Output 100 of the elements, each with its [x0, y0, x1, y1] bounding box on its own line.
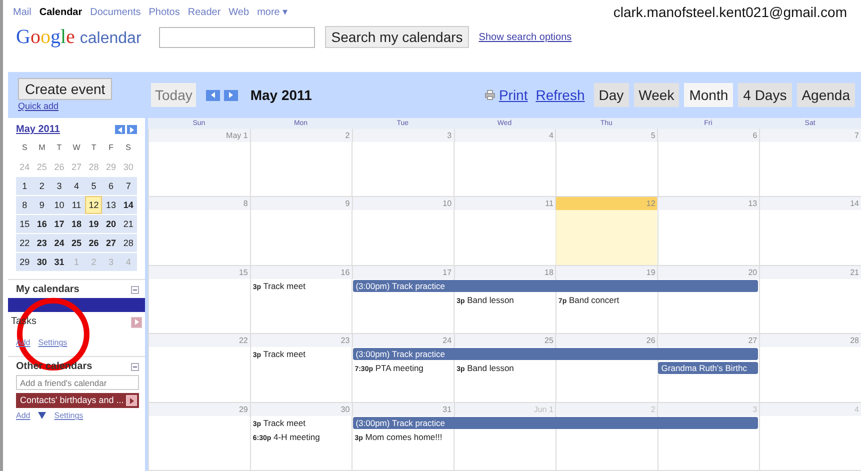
- nav-link[interactable]: Calendar: [39, 6, 82, 18]
- search-button[interactable]: Search my calendars: [325, 26, 469, 48]
- mini-calendar-day[interactable]: 6: [102, 176, 120, 194]
- all-day-event[interactable]: Grandma Ruth's Birthc: [658, 362, 758, 374]
- mini-calendar-day[interactable]: 7: [120, 176, 137, 194]
- mini-calendar-day[interactable]: 10: [50, 196, 68, 214]
- mini-calendar-day[interactable]: 17: [50, 214, 68, 232]
- date-label[interactable]: 6: [657, 129, 760, 142]
- date-label[interactable]: 26: [555, 334, 658, 348]
- quick-add-link[interactable]: Quick add: [18, 101, 59, 111]
- date-label[interactable]: 13: [657, 197, 760, 210]
- date-label[interactable]: 15: [148, 266, 250, 279]
- dropdown-icon[interactable]: [131, 316, 142, 328]
- next-button[interactable]: [224, 90, 238, 100]
- print-link[interactable]: Print: [498, 87, 528, 103]
- collapse-icon[interactable]: [131, 362, 139, 370]
- mini-calendar-day[interactable]: 29: [16, 252, 34, 270]
- previous-month-button[interactable]: [115, 125, 125, 134]
- mini-calendar-day[interactable]: 11: [68, 196, 86, 214]
- date-label[interactable]: 7: [759, 129, 861, 142]
- mini-calendar-day[interactable]: 3: [50, 176, 68, 194]
- date-label[interactable]: 22: [148, 334, 250, 348]
- view-tab[interactable]: Month: [684, 83, 734, 107]
- mini-calendar-day[interactable]: 9: [33, 196, 51, 214]
- date-label[interactable]: 17: [352, 266, 454, 279]
- nav-link[interactable]: Mail: [13, 6, 32, 18]
- mini-calendar-day[interactable]: 12: [85, 196, 102, 214]
- date-label[interactable]: 2: [250, 129, 352, 142]
- date-label[interactable]: 23: [250, 334, 352, 348]
- month-link[interactable]: May 2011: [16, 124, 60, 135]
- next-month-button[interactable]: [127, 125, 137, 134]
- mini-calendar-day[interactable]: 19: [85, 214, 102, 232]
- mini-calendar-day[interactable]: 24: [50, 234, 68, 252]
- mini-calendar-day[interactable]: 1: [16, 176, 34, 194]
- mini-calendar-day[interactable]: 22: [16, 234, 34, 252]
- mini-calendar-day[interactable]: 31: [50, 252, 68, 270]
- sidebar-link[interactable]: Add: [16, 411, 30, 420]
- date-label[interactable]: 11: [454, 197, 556, 210]
- date-label[interactable]: 20: [657, 266, 760, 279]
- previous-button[interactable]: [206, 90, 220, 100]
- date-label[interactable]: 8: [148, 197, 250, 210]
- date-label[interactable]: 4: [454, 129, 556, 142]
- date-label[interactable]: 16: [250, 266, 352, 279]
- date-label[interactable]: 14: [759, 197, 861, 210]
- mini-calendar-day[interactable]: 13: [102, 196, 120, 214]
- all-day-event[interactable]: (3:00pm) Track practice: [352, 280, 758, 292]
- sidebar-link[interactable]: Settings: [38, 338, 68, 347]
- calendar-item[interactable]: Contacts' birthdays and ...: [16, 393, 139, 408]
- mini-calendar-day[interactable]: 30: [33, 252, 51, 270]
- date-label[interactable]: 5: [555, 129, 658, 142]
- nav-link[interactable]: more ▾: [257, 6, 288, 18]
- view-tab[interactable]: Week: [634, 83, 680, 107]
- date-label[interactable]: 21: [759, 266, 861, 279]
- nav-link[interactable]: Documents: [90, 6, 141, 18]
- all-day-event[interactable]: (3:00pm) Track practice: [352, 348, 758, 360]
- date-label[interactable]: 27: [657, 334, 760, 348]
- date-label[interactable]: 3: [352, 129, 454, 142]
- mini-calendar-day[interactable]: 2: [33, 176, 51, 194]
- mini-calendar-day[interactable]: 4: [68, 176, 86, 194]
- search-field[interactable]: [159, 26, 316, 48]
- mini-calendar-day[interactable]: 20: [102, 214, 120, 232]
- mini-calendar-day[interactable]: 28: [120, 234, 137, 252]
- date-label[interactable]: 25: [454, 334, 556, 348]
- refresh-link[interactable]: Refresh: [536, 87, 585, 103]
- date-label[interactable]: May 1: [148, 129, 250, 142]
- dropdown-icon[interactable]: [126, 395, 137, 406]
- sidebar-link[interactable]: Settings: [54, 411, 84, 420]
- create-event-button[interactable]: Create event: [18, 78, 112, 100]
- mini-calendar-day[interactable]: 15: [16, 214, 34, 232]
- date-label[interactable]: 30: [250, 402, 352, 416]
- date-label[interactable]: 10: [352, 197, 454, 210]
- mini-calendar-day[interactable]: 8: [16, 196, 34, 214]
- mini-calendar-day[interactable]: 23: [33, 234, 51, 252]
- today-button[interactable]: Today: [151, 83, 196, 107]
- date-label[interactable]: 29: [148, 402, 250, 416]
- mini-calendar-day[interactable]: 5: [85, 176, 102, 194]
- nav-link[interactable]: Photos: [148, 6, 180, 18]
- view-tab[interactable]: Agenda: [796, 83, 855, 107]
- mini-calendar-day[interactable]: 14: [120, 196, 137, 214]
- date-label[interactable]: 24: [352, 334, 454, 348]
- mini-calendar-day[interactable]: 25: [68, 234, 86, 252]
- mini-calendar-day[interactable]: 26: [85, 234, 102, 252]
- date-label[interactable]: 31: [352, 402, 454, 416]
- mini-calendar-day[interactable]: 18: [68, 214, 86, 232]
- mini-calendar-day[interactable]: 16: [33, 214, 51, 232]
- nav-link[interactable]: Web: [228, 6, 250, 18]
- nav-link[interactable]: Reader: [188, 6, 221, 18]
- collapse-icon[interactable]: [131, 286, 139, 294]
- search-options-link[interactable]: Show search options: [478, 32, 572, 42]
- all-day-event[interactable]: (3:00pm) Track practice: [352, 416, 758, 429]
- mini-calendar-day[interactable]: 27: [102, 234, 120, 252]
- add-calendar-field[interactable]: Add a friend's calendar: [16, 375, 139, 390]
- date-label[interactable]: 28: [759, 334, 861, 348]
- view-tab[interactable]: 4 Days: [738, 83, 792, 107]
- view-tab[interactable]: Day: [594, 83, 629, 107]
- date-label[interactable]: 18: [454, 266, 556, 279]
- dropdown-arrow-icon[interactable]: [38, 412, 46, 419]
- mini-calendar-day[interactable]: 21: [120, 214, 137, 232]
- date-label[interactable]: 19: [555, 266, 658, 279]
- date-label[interactable]: 9: [250, 197, 352, 210]
